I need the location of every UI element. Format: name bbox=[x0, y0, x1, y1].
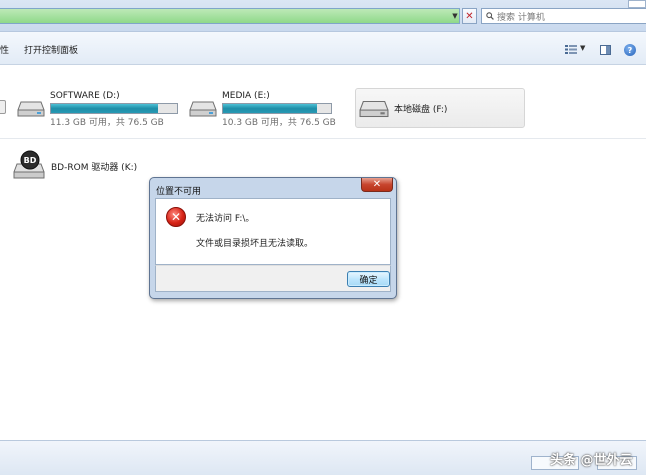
command-bar: 性 打开控制面板 ▼ ? bbox=[0, 32, 646, 65]
search-placeholder: 搜索 计算机 bbox=[497, 12, 545, 23]
drive-name: 本地磁盘 (F:) bbox=[394, 105, 448, 115]
drive-space-text: 10.3 GB 可用，共 76.5 GB bbox=[222, 118, 336, 128]
section-divider bbox=[0, 138, 646, 139]
preview-pane-button[interactable] bbox=[600, 45, 611, 55]
address-stop-button[interactable]: ✕ bbox=[462, 8, 477, 24]
address-dropdown-icon[interactable]: ▼ bbox=[449, 9, 461, 23]
view-options-dropdown-icon[interactable]: ▼ bbox=[580, 44, 585, 52]
dialog-close-button[interactable]: ✕ bbox=[361, 178, 393, 192]
drive-usage-bar bbox=[50, 103, 178, 114]
help-icon[interactable]: ? bbox=[624, 44, 636, 56]
drive-space-text: 11.3 GB 可用，共 76.5 GB bbox=[50, 118, 164, 128]
ok-button[interactable]: 确定 bbox=[347, 271, 390, 287]
drive-item-f[interactable]: 本地磁盘 (F:) bbox=[355, 88, 525, 128]
dialog-body: ✕ 无法访问 F:\。 文件或目录损坏且无法读取。 bbox=[155, 198, 391, 265]
drive-usage-bar bbox=[222, 103, 332, 114]
drive-name: BD-ROM 驱动器 (K:) bbox=[51, 163, 138, 173]
window-close-button[interactable] bbox=[628, 0, 646, 8]
search-input[interactable]: 搜索 计算机 bbox=[481, 8, 646, 24]
partial-drive-icon bbox=[0, 100, 6, 114]
drive-usage-fill bbox=[51, 104, 159, 113]
search-icon bbox=[486, 12, 494, 20]
bd-rom-drive-icon: BD bbox=[13, 150, 45, 179]
address-field[interactable] bbox=[0, 8, 460, 24]
change-view-icon[interactable] bbox=[565, 45, 577, 54]
bd-badge-text: BD bbox=[24, 156, 37, 165]
location-unavailable-dialog: 位置不可用 ✕ ✕ 无法访问 F:\。 文件或目录损坏且无法读取。 确定 bbox=[149, 177, 397, 299]
drive-name: MEDIA (E:) bbox=[222, 91, 270, 101]
watermark-text: 头条 @世外云 bbox=[550, 453, 633, 468]
error-icon: ✕ bbox=[166, 207, 186, 227]
dialog-footer: 确定 bbox=[155, 265, 391, 292]
drive-name: SOFTWARE (D:) bbox=[50, 91, 120, 101]
command-properties-fragment[interactable]: 性 bbox=[0, 43, 9, 56]
address-bar-region: ▼ ✕ 搜索 计算机 bbox=[0, 0, 646, 32]
hard-drive-icon bbox=[189, 101, 217, 117]
dialog-title: 位置不可用 bbox=[156, 187, 202, 197]
hard-drive-icon bbox=[359, 100, 389, 118]
open-control-panel-button[interactable]: 打开控制面板 bbox=[24, 43, 78, 56]
dialog-message-main: 无法访问 F:\。 bbox=[196, 214, 255, 224]
dialog-message-detail: 文件或目录损坏且无法读取。 bbox=[196, 239, 314, 249]
hard-drive-icon bbox=[17, 101, 45, 117]
drive-usage-fill bbox=[223, 104, 317, 113]
